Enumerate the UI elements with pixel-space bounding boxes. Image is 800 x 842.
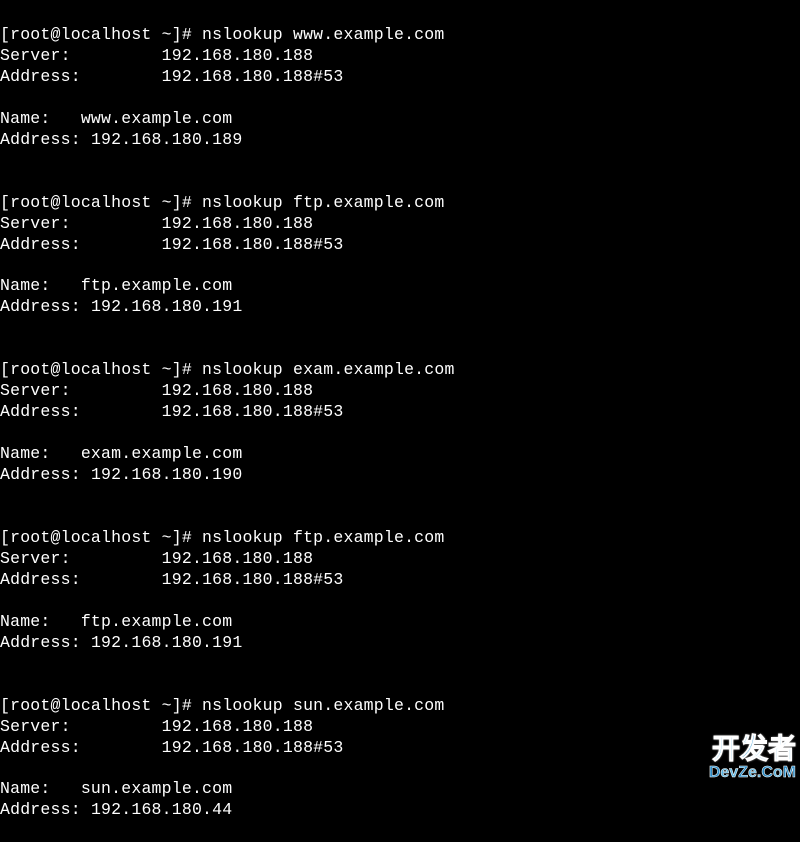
- address-label: Address:: [0, 738, 81, 757]
- result-address-label: Address:: [0, 633, 81, 652]
- server-label: Server:: [0, 717, 71, 736]
- server-ip: 192.168.180.188: [162, 381, 314, 400]
- resolved-name: sun.example.com: [81, 779, 233, 798]
- resolved-name: www.example.com: [81, 109, 233, 128]
- address-label: Address:: [0, 67, 81, 86]
- server-label: Server:: [0, 549, 71, 568]
- name-label: Name:: [0, 109, 51, 128]
- server-address: 192.168.180.188#53: [162, 67, 344, 86]
- resolved-address: 192.168.180.189: [91, 130, 243, 149]
- prompt[interactable]: [root@localhost ~]#: [0, 25, 202, 44]
- result-address-label: Address:: [0, 800, 81, 819]
- lookup-block: [root@localhost ~]# nslookup ftp.example…: [0, 193, 800, 319]
- command-text: nslookup exam.example.com: [202, 360, 455, 379]
- address-label: Address:: [0, 402, 81, 421]
- server-ip: 192.168.180.188: [162, 717, 314, 736]
- lookup-block: [root@localhost ~]# nslookup ftp.example…: [0, 528, 800, 654]
- name-label: Name:: [0, 612, 51, 631]
- command-text: nslookup ftp.example.com: [202, 528, 444, 547]
- server-ip: 192.168.180.188: [162, 214, 314, 233]
- prompt[interactable]: [root@localhost ~]#: [0, 193, 202, 212]
- name-label: Name:: [0, 779, 51, 798]
- server-label: Server:: [0, 46, 71, 65]
- address-label: Address:: [0, 235, 81, 254]
- resolved-address: 192.168.180.44: [91, 800, 232, 819]
- server-address: 192.168.180.188#53: [162, 738, 344, 757]
- resolved-name: ftp.example.com: [81, 612, 233, 631]
- resolved-name: exam.example.com: [81, 444, 243, 463]
- prompt[interactable]: [root@localhost ~]#: [0, 696, 202, 715]
- command-text: nslookup www.example.com: [202, 25, 444, 44]
- name-label: Name:: [0, 276, 51, 295]
- prompt[interactable]: [root@localhost ~]#: [0, 360, 202, 379]
- lookup-block: [root@localhost ~]# nslookup www.example…: [0, 25, 800, 151]
- resolved-address: 192.168.180.190: [91, 465, 243, 484]
- result-address-label: Address:: [0, 465, 81, 484]
- command-text: nslookup ftp.example.com: [202, 193, 444, 212]
- lookup-block: [root@localhost ~]# nslookup exam.exampl…: [0, 360, 800, 486]
- resolved-name: ftp.example.com: [81, 276, 233, 295]
- server-ip: 192.168.180.188: [162, 549, 314, 568]
- resolved-address: 192.168.180.191: [91, 297, 243, 316]
- result-address-label: Address:: [0, 297, 81, 316]
- server-address: 192.168.180.188#53: [162, 570, 344, 589]
- terminal-output: [root@localhost ~]# nslookup www.example…: [0, 4, 800, 842]
- address-label: Address:: [0, 570, 81, 589]
- server-label: Server:: [0, 214, 71, 233]
- server-label: Server:: [0, 381, 71, 400]
- command-text: nslookup sun.example.com: [202, 696, 444, 715]
- server-ip: 192.168.180.188: [162, 46, 314, 65]
- server-address: 192.168.180.188#53: [162, 402, 344, 421]
- result-address-label: Address:: [0, 130, 81, 149]
- server-address: 192.168.180.188#53: [162, 235, 344, 254]
- lookup-block: [root@localhost ~]# nslookup sun.example…: [0, 696, 800, 822]
- name-label: Name:: [0, 444, 51, 463]
- resolved-address: 192.168.180.191: [91, 633, 243, 652]
- prompt[interactable]: [root@localhost ~]#: [0, 528, 202, 547]
